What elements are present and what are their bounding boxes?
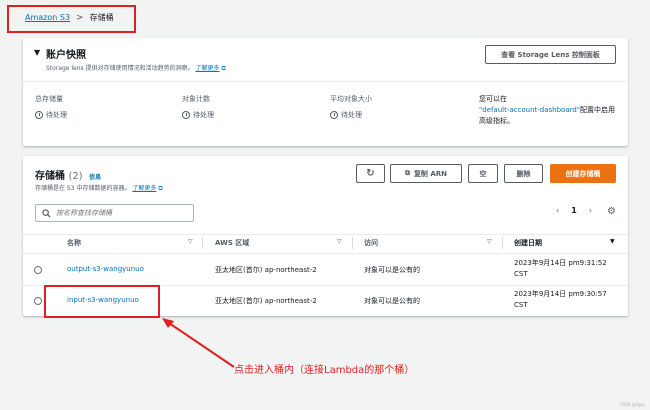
- buckets-title: 存储桶 (2) 信息: [35, 167, 101, 182]
- column-header-access[interactable]: 访问: [364, 238, 378, 248]
- breadcrumb-amazon-s3-link[interactable]: Amazon S3: [25, 13, 70, 22]
- created-timezone: CST: [514, 270, 528, 278]
- refresh-button[interactable]: ↻: [356, 164, 385, 183]
- copy-icon: ⧉: [404, 169, 410, 177]
- snapshot-header: ▼ 账户快照 Storage lens 提供对存储使用情况和活动趋势的洞察。 了…: [23, 38, 628, 79]
- external-link-icon: ⧉: [158, 185, 163, 192]
- top-bar: Amazon S3 > 存储桶: [0, 0, 650, 36]
- metric-value-text: 待处理: [193, 111, 214, 119]
- metric-label: 对象计数: [182, 95, 210, 103]
- advanced-metrics-note: 您可以在 "default-account-dashboard"配置中启用高级指…: [479, 94, 619, 127]
- divider: [23, 81, 628, 82]
- created-date-line: 2023年9月14日 pm9:30:57: [514, 290, 607, 298]
- info-link[interactable]: 信息: [89, 174, 101, 181]
- bucket-created-date: 2023年9月14日 pm9:31:52 CST: [514, 258, 607, 280]
- table-row[interactable]: output-s3-wangyunuo 亚太地区(首尔) ap-northeas…: [23, 255, 628, 285]
- account-snapshot-panel: ▼ 账户快照 Storage lens 提供对存储使用情况和活动趋势的洞察。 了…: [23, 38, 628, 146]
- create-bucket-button[interactable]: 创建存储桶: [550, 164, 616, 183]
- metric-object-count: 对象计数 待处理: [182, 94, 214, 120]
- table-header: 名称 ▽ AWS 区域 ▽ 访问 ▽ 创建日期 ▼: [23, 234, 628, 252]
- copy-arn-label: 复制 ARN: [413, 169, 448, 178]
- copy-arn-button[interactable]: ⧉ 复制 ARN: [390, 164, 462, 183]
- watermark: CSDN @Opp_: [619, 402, 646, 407]
- column-header-region[interactable]: AWS 区域: [215, 238, 249, 248]
- metric-total-storage: 总存储量 待处理: [35, 94, 67, 120]
- search-icon: [42, 208, 51, 218]
- search-input[interactable]: [56, 209, 186, 217]
- bucket-highlight-box: [44, 285, 160, 318]
- column-header-name[interactable]: 名称: [67, 238, 81, 248]
- empty-button[interactable]: 空: [468, 164, 498, 183]
- dashboard-link[interactable]: "default-account-dashboard": [479, 106, 580, 114]
- bucket-region: 亚太地区(首尔) ap-northeast-2: [215, 266, 317, 274]
- clock-icon: [35, 111, 43, 119]
- snapshot-learn-more-link[interactable]: 了解更多: [196, 65, 220, 72]
- chevron-right-icon: >: [76, 12, 84, 23]
- refresh-icon: ↻: [366, 168, 375, 179]
- metric-value: 待处理: [330, 110, 372, 120]
- sort-icon[interactable]: ▽: [337, 238, 342, 245]
- metric-value: 待处理: [35, 110, 67, 120]
- row-radio[interactable]: [34, 266, 42, 274]
- clock-icon: [182, 111, 190, 119]
- annotation-arrow-icon: [162, 318, 235, 368]
- bucket-count: (2): [68, 171, 83, 182]
- buckets-description-text: 存储桶是在 S3 中存储数据的容器。: [35, 185, 131, 192]
- sort-desc-icon[interactable]: ▼: [610, 238, 615, 245]
- divider: [23, 253, 628, 254]
- bucket-access: 对象可以是公有的: [364, 266, 420, 274]
- metric-avg-object-size: 平均对象大小 待处理: [330, 94, 372, 120]
- sort-icon[interactable]: ▽: [188, 238, 193, 245]
- metric-value-text: 待处理: [46, 111, 67, 119]
- bucket-access: 对象可以是公有的: [364, 297, 420, 305]
- buckets-learn-more-link[interactable]: 了解更多: [132, 185, 156, 192]
- buckets-description: 存储桶是在 S3 中存储数据的容器。 了解更多 ⧉: [35, 183, 163, 193]
- snapshot-description: Storage lens 提供对存储使用情况和活动趋势的洞察。 了解更多 ⧉: [46, 63, 226, 73]
- annotation-text: 点击进入桶内（连接Lambda的那个桶）: [234, 365, 415, 376]
- delete-button[interactable]: 删除: [504, 164, 543, 183]
- column-header-created[interactable]: 创建日期: [514, 238, 542, 248]
- column-separator: [352, 237, 353, 249]
- bucket-search[interactable]: [35, 204, 194, 222]
- sort-icon[interactable]: ▽: [487, 238, 492, 245]
- metric-value: 待处理: [182, 110, 214, 120]
- page-number[interactable]: 1: [571, 206, 577, 215]
- column-separator: [202, 237, 203, 249]
- bucket-region: 亚太地区(首尔) ap-northeast-2: [215, 297, 317, 305]
- snapshot-title: 账户快照: [46, 50, 86, 61]
- breadcrumb: Amazon S3 > 存储桶: [25, 12, 114, 23]
- created-date-line: 2023年9月14日 pm9:31:52: [514, 259, 607, 267]
- external-link-icon: ⧉: [221, 65, 226, 72]
- created-timezone: CST: [514, 301, 528, 309]
- caret-down-icon[interactable]: ▼: [34, 48, 40, 57]
- buckets-title-text: 存储桶: [35, 171, 65, 182]
- chevron-left-icon[interactable]: ‹: [556, 206, 559, 215]
- bucket-created-date: 2023年9月14日 pm9:30:57 CST: [514, 289, 607, 311]
- metric-label: 总存储量: [35, 95, 63, 103]
- note-prefix: 您可以在: [479, 95, 507, 103]
- snapshot-description-text: Storage lens 提供对存储使用情况和活动趋势的洞察。: [46, 65, 194, 72]
- breadcrumb-current: 存储桶: [89, 13, 114, 22]
- column-separator: [502, 237, 503, 249]
- clock-icon: [330, 111, 338, 119]
- chevron-right-icon[interactable]: ›: [589, 206, 592, 215]
- row-radio[interactable]: [34, 297, 42, 305]
- pagination: ‹ 1 ›: [556, 206, 592, 215]
- metric-label: 平均对象大小: [330, 95, 372, 103]
- bucket-name-link[interactable]: output-s3-wangyunuo: [67, 265, 144, 273]
- gear-icon[interactable]: ⚙: [607, 206, 616, 217]
- metric-value-text: 待处理: [341, 111, 362, 119]
- view-storage-lens-button[interactable]: 查看 Storage Lens 控制面板: [485, 45, 616, 64]
